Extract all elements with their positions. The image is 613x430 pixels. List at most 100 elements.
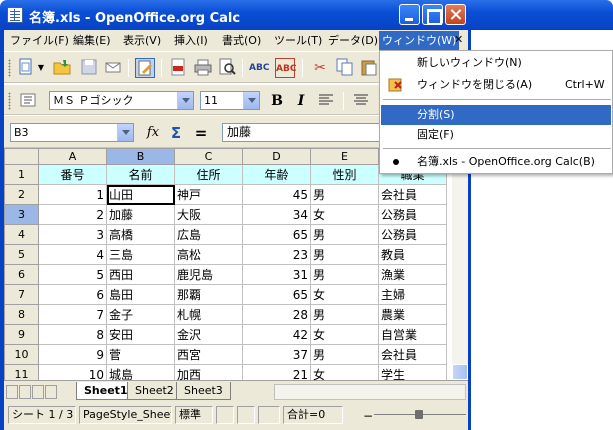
table-cell[interactable]: 34: [242, 204, 311, 225]
spellcheck-icon[interactable]: ABC: [249, 58, 269, 78]
title-bar[interactable]: 名簿.xls - OpenOffice.org Calc: [0, 0, 613, 30]
table-cell[interactable]: 31: [242, 264, 311, 285]
styles-formatting-icon[interactable]: [18, 91, 38, 111]
table-cell[interactable]: 65: [242, 284, 311, 305]
chevron-down-icon[interactable]: [117, 124, 133, 141]
new-document-icon[interactable]: [16, 58, 36, 78]
table-cell[interactable]: 男: [310, 224, 379, 245]
page-style[interactable]: PageStyle_Sheet1: [79, 406, 172, 424]
next-sheet-button[interactable]: [32, 385, 44, 399]
row-header[interactable]: 4: [4, 224, 39, 245]
row-header[interactable]: 8: [4, 304, 39, 325]
table-cell[interactable]: 10: [38, 364, 107, 380]
table-cell[interactable]: 公務員: [378, 204, 447, 225]
table-cell[interactable]: 45: [242, 184, 311, 205]
table-cell[interactable]: 山田: [106, 184, 175, 205]
table-cell[interactable]: 公務員: [378, 224, 447, 245]
table-cell[interactable]: 男: [310, 264, 379, 285]
last-sheet-button[interactable]: [45, 385, 57, 399]
table-cell[interactable]: 9: [38, 344, 107, 365]
menu-split[interactable]: 分割(S): [381, 105, 611, 125]
menu-window[interactable]: ウィンドウ(W): [379, 31, 460, 50]
previous-sheet-button[interactable]: [19, 385, 31, 399]
spreadsheet-grid[interactable]: A B C D E 1 番号 名前 住所 年齢 性別 職業 2 1 山田 神戸 45 男会社員 3 2 加藤大…: [4, 148, 468, 380]
bold-icon[interactable]: B: [267, 91, 287, 111]
table-cell[interactable]: 男: [310, 184, 379, 205]
menu-file[interactable]: ファイル(F): [8, 33, 71, 49]
row-header[interactable]: 9: [4, 324, 39, 345]
row-header[interactable]: 10: [4, 344, 39, 365]
cut-icon[interactable]: ✂: [310, 58, 330, 78]
sheet-table[interactable]: A B C D E 1 番号 名前 住所 年齢 性別 職業 2 1 山田 神戸 45 男会社員 3 2 加藤大…: [4, 148, 447, 380]
menu-close-window[interactable]: ウィンドウを閉じる(A) Ctrl+W: [381, 75, 611, 95]
table-cell[interactable]: 男: [310, 304, 379, 325]
vertical-scrollbar[interactable]: [452, 148, 468, 380]
menu-tools[interactable]: ツール(T): [272, 33, 324, 49]
table-cell[interactable]: 漁業: [378, 264, 447, 285]
menu-data[interactable]: データ(D): [326, 33, 380, 49]
menu-insert[interactable]: 挿入(I): [172, 33, 210, 49]
auto-spellcheck-icon[interactable]: ABC: [275, 58, 296, 78]
table-cell[interactable]: 高松: [174, 244, 243, 265]
table-cell[interactable]: 農業: [378, 304, 447, 325]
table-cell[interactable]: 女: [310, 324, 379, 345]
table-cell[interactable]: 城島: [106, 364, 175, 380]
zoom-out-icon[interactable]: −: [363, 409, 373, 423]
table-cell[interactable]: 神戸: [174, 184, 243, 205]
header-cell[interactable]: 番号: [38, 164, 107, 185]
table-cell[interactable]: 教員: [378, 244, 447, 265]
menu-format[interactable]: 書式(O): [220, 33, 263, 49]
zoom-slider-knob[interactable]: [415, 410, 423, 419]
table-cell[interactable]: 三島: [106, 244, 175, 265]
minimize-button[interactable]: [399, 4, 420, 25]
tab-sheet3[interactable]: Sheet3: [176, 382, 231, 400]
toolbar-grip[interactable]: [8, 59, 11, 77]
table-cell[interactable]: 42: [242, 324, 311, 345]
function-wizard-icon[interactable]: fx: [143, 123, 163, 143]
table-cell[interactable]: 加西: [174, 364, 243, 380]
table-cell[interactable]: 女: [310, 364, 379, 380]
column-header[interactable]: D: [242, 148, 311, 165]
column-header[interactable]: A: [38, 148, 107, 165]
table-cell[interactable]: 男: [310, 244, 379, 265]
tab-sheet2[interactable]: Sheet2: [127, 382, 182, 400]
row-header[interactable]: 5: [4, 244, 39, 265]
table-cell[interactable]: 高橋: [106, 224, 175, 245]
table-cell[interactable]: 男: [310, 344, 379, 365]
export-pdf-icon[interactable]: [168, 58, 188, 78]
calc-app-icon[interactable]: [7, 7, 23, 23]
font-name-combo[interactable]: ＭＳ Ｐゴシック: [49, 91, 194, 110]
header-cell[interactable]: 年齢: [242, 164, 311, 185]
row-header[interactable]: 3: [4, 204, 39, 225]
select-all-corner[interactable]: [4, 148, 39, 165]
table-cell[interactable]: 2: [38, 204, 107, 225]
table-cell[interactable]: 37: [242, 344, 311, 365]
table-cell[interactable]: 学生: [378, 364, 447, 380]
menu-view[interactable]: 表示(V): [121, 33, 163, 49]
maximize-button[interactable]: [422, 4, 443, 25]
header-cell[interactable]: 性別: [310, 164, 379, 185]
page-preview-icon[interactable]: [217, 58, 237, 78]
toolbar-grip[interactable]: [8, 92, 11, 110]
table-cell[interactable]: 女: [310, 204, 379, 225]
table-cell[interactable]: 札幌: [174, 304, 243, 325]
table-cell[interactable]: 自営業: [378, 324, 447, 345]
table-cell[interactable]: 鹿児島: [174, 264, 243, 285]
table-cell[interactable]: 女: [310, 284, 379, 305]
new-dropdown-icon[interactable]: ▼: [36, 58, 46, 78]
chevron-down-icon[interactable]: [243, 92, 259, 109]
table-cell[interactable]: 菅: [106, 344, 175, 365]
edit-file-icon[interactable]: [135, 58, 155, 78]
font-size-combo[interactable]: 11: [200, 91, 260, 110]
menu-edit[interactable]: 編集(E): [71, 33, 113, 49]
column-header[interactable]: E: [310, 148, 379, 165]
table-cell[interactable]: 1: [38, 184, 107, 205]
open-folder-icon[interactable]: [52, 58, 72, 78]
align-left-icon[interactable]: [316, 91, 336, 111]
table-cell[interactable]: 那覇: [174, 284, 243, 305]
function-icon[interactable]: =: [191, 123, 211, 143]
chevron-down-icon[interactable]: [177, 92, 193, 109]
table-cell[interactable]: 西田: [106, 264, 175, 285]
table-cell[interactable]: 8: [38, 324, 107, 345]
row-header[interactable]: 7: [4, 284, 39, 305]
